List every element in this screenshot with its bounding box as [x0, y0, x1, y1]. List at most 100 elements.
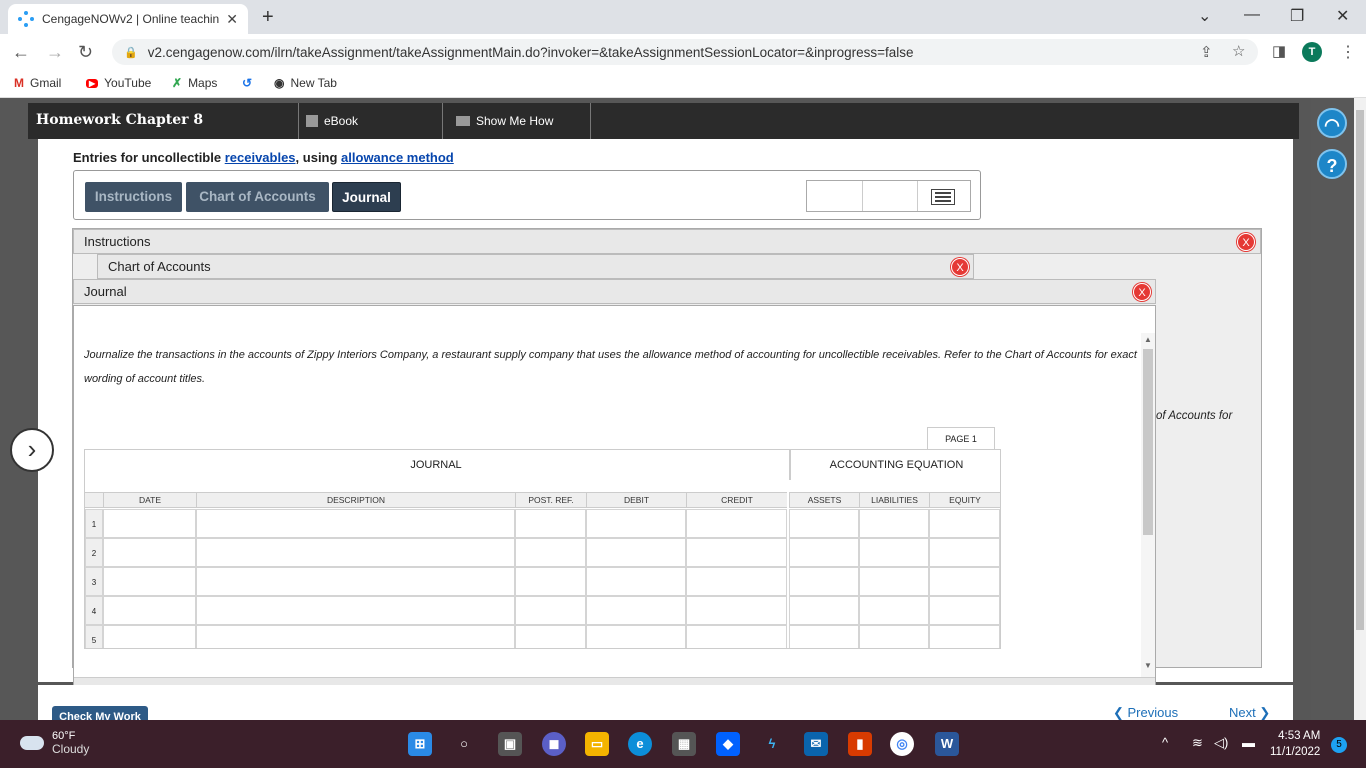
- new-tab-icon[interactable]: +: [262, 6, 274, 29]
- assets-input[interactable]: [789, 538, 859, 567]
- equity-input[interactable]: [929, 509, 1000, 538]
- date-input[interactable]: [103, 625, 196, 648]
- show-me-how-button[interactable]: Show Me How: [456, 114, 553, 128]
- date-input[interactable]: [103, 596, 196, 625]
- journal-scrollbar[interactable]: ▲ ▼: [1141, 333, 1155, 677]
- tab-journal[interactable]: Journal: [332, 182, 401, 212]
- debit-input[interactable]: [586, 567, 686, 596]
- description-input[interactable]: [196, 509, 515, 538]
- edge-icon[interactable]: e: [628, 732, 652, 756]
- equity-input[interactable]: [929, 596, 1000, 625]
- close-window-icon[interactable]: ✕: [1336, 6, 1349, 26]
- tab-instructions[interactable]: Instructions: [85, 182, 182, 212]
- journal-scrollbar-thumb[interactable]: [1143, 349, 1153, 535]
- chat-icon[interactable]: ◼: [542, 732, 566, 756]
- bookmark-youtube[interactable]: ▶ YouTube: [86, 76, 151, 90]
- layout-menu-icon[interactable]: [931, 189, 955, 205]
- credit-input[interactable]: [686, 567, 787, 596]
- bookmark-gmail[interactable]: M Gmail: [14, 76, 61, 90]
- chart-close-button[interactable]: X: [951, 258, 969, 276]
- post-ref-input[interactable]: [515, 596, 586, 625]
- browser-tab[interactable]: CengageNOWv2 | Online teachin ✕: [8, 4, 248, 34]
- debit-input[interactable]: [586, 509, 686, 538]
- mail-icon[interactable]: ✉: [804, 732, 828, 756]
- forward-icon[interactable]: →: [46, 42, 64, 63]
- credit-input[interactable]: [686, 596, 787, 625]
- notification-badge[interactable]: 5: [1331, 737, 1347, 753]
- debit-input[interactable]: [586, 596, 686, 625]
- previous-link[interactable]: ❮ Previous: [1113, 705, 1178, 721]
- minimize-icon[interactable]: —: [1244, 6, 1260, 24]
- liabilities-input[interactable]: [859, 625, 929, 648]
- assets-input[interactable]: [789, 509, 859, 538]
- page-scrollbar[interactable]: [1354, 98, 1366, 720]
- profile-avatar[interactable]: T: [1302, 42, 1322, 62]
- equity-input[interactable]: [929, 538, 1000, 567]
- debit-input[interactable]: [586, 538, 686, 567]
- omnibox[interactable]: 🔒 v2.cengagenow.com/ilrn/takeAssignment/…: [112, 39, 1258, 65]
- history-icon[interactable]: ↺: [242, 76, 258, 90]
- description-input[interactable]: [196, 567, 515, 596]
- browser-menu-icon[interactable]: ⋮: [1340, 42, 1356, 62]
- liabilities-input[interactable]: [859, 567, 929, 596]
- journal-close-button[interactable]: X: [1133, 283, 1151, 301]
- next-link[interactable]: Next ❯: [1229, 705, 1270, 721]
- side-panel-icon[interactable]: ◨: [1272, 42, 1286, 60]
- power-automate-icon[interactable]: ϟ: [760, 732, 784, 756]
- file-explorer-icon[interactable]: ▭: [585, 732, 609, 756]
- allowance-method-link[interactable]: allowance method: [341, 150, 454, 165]
- weather-widget[interactable]: 60°F Cloudy: [20, 730, 89, 756]
- description-input[interactable]: [196, 538, 515, 567]
- battery-icon[interactable]: ▬: [1242, 735, 1255, 750]
- volume-icon[interactable]: ◁): [1214, 735, 1228, 751]
- post-ref-input[interactable]: [515, 509, 586, 538]
- expand-arrow-icon[interactable]: ›: [10, 428, 54, 472]
- receivables-link[interactable]: receivables: [225, 150, 296, 165]
- system-clock[interactable]: 4:53 AM 11/1/2022: [1270, 728, 1320, 760]
- date-input[interactable]: [103, 567, 196, 596]
- search-icon[interactable]: ○: [452, 732, 476, 756]
- wifi-icon[interactable]: ≋: [1192, 735, 1203, 751]
- description-input[interactable]: [196, 596, 515, 625]
- store-icon[interactable]: ▦: [672, 732, 696, 756]
- liabilities-input[interactable]: [859, 509, 929, 538]
- assets-input[interactable]: [789, 596, 859, 625]
- description-input[interactable]: [196, 625, 515, 648]
- chrome-icon[interactable]: ◎: [890, 732, 914, 756]
- scroll-up-icon[interactable]: ▲: [1144, 335, 1152, 344]
- tray-chevron-icon[interactable]: ^: [1162, 735, 1168, 750]
- help-icon[interactable]: ?: [1317, 149, 1347, 179]
- tab-search-chevron-icon[interactable]: ⌄: [1198, 6, 1211, 26]
- back-icon[interactable]: ←: [12, 42, 30, 63]
- bookmark-maps[interactable]: ✗ Maps: [172, 76, 217, 90]
- equity-input[interactable]: [929, 625, 1000, 648]
- credit-input[interactable]: [686, 625, 787, 648]
- page-scrollbar-thumb[interactable]: [1356, 110, 1364, 630]
- date-input[interactable]: [103, 509, 196, 538]
- post-ref-input[interactable]: [515, 567, 586, 596]
- close-tab-icon[interactable]: ✕: [226, 11, 238, 28]
- scroll-down-icon[interactable]: ▼: [1144, 661, 1152, 670]
- credit-input[interactable]: [686, 538, 787, 567]
- bookmark-star-icon[interactable]: ☆: [1232, 42, 1245, 60]
- tab-chart-of-accounts[interactable]: Chart of Accounts: [186, 182, 329, 212]
- task-view-icon[interactable]: ▣: [498, 732, 522, 756]
- share-icon[interactable]: ⇪: [1200, 43, 1213, 61]
- restore-icon[interactable]: ❐: [1290, 6, 1304, 26]
- bookmark-new-tab[interactable]: ◉ New Tab: [274, 76, 337, 90]
- post-ref-input[interactable]: [515, 538, 586, 567]
- liabilities-input[interactable]: [859, 538, 929, 567]
- reload-icon[interactable]: ↻: [78, 42, 93, 63]
- assets-input[interactable]: [789, 567, 859, 596]
- office-icon[interactable]: ▮: [848, 732, 872, 756]
- equity-input[interactable]: [929, 567, 1000, 596]
- assets-input[interactable]: [789, 625, 859, 648]
- date-input[interactable]: [103, 538, 196, 567]
- dropbox-icon[interactable]: ◆: [716, 732, 740, 756]
- start-windows-icon[interactable]: ⊞: [408, 732, 432, 756]
- debit-input[interactable]: [586, 625, 686, 648]
- liabilities-input[interactable]: [859, 596, 929, 625]
- credit-input[interactable]: [686, 509, 787, 538]
- ebook-button[interactable]: eBook: [306, 114, 358, 128]
- instructions-close-button[interactable]: X: [1237, 233, 1255, 251]
